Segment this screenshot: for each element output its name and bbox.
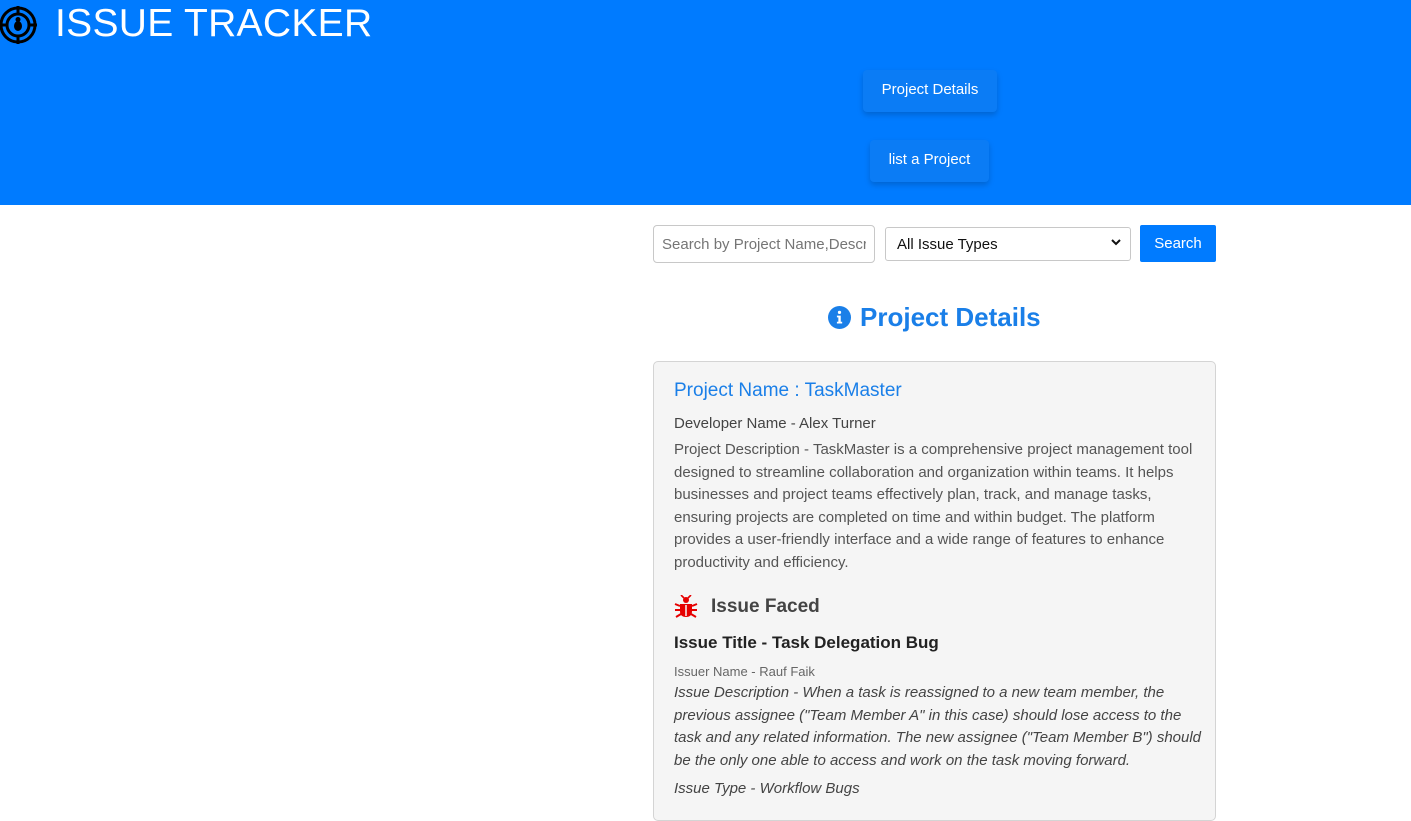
issue-type-selected-value: All Issue Types bbox=[897, 236, 998, 253]
project-name: Project Name : TaskMaster bbox=[674, 380, 902, 401]
issuer-name: Issuer Name - Rauf Faik bbox=[674, 664, 815, 679]
project-description: Project Description - TaskMaster is a co… bbox=[674, 441, 1193, 571]
search-button[interactable]: Search bbox=[1140, 225, 1216, 262]
developer-name: Developer Name - Alex Turner bbox=[674, 415, 876, 432]
app-title: ISSUE TRACKER bbox=[55, 2, 373, 45]
issue-description: Issue Description - When a task is reass… bbox=[674, 684, 1202, 769]
search-input[interactable] bbox=[653, 225, 875, 263]
info-circle-icon bbox=[828, 305, 851, 329]
page-title-text: Project Details bbox=[860, 301, 1041, 332]
project-card: Project Name : TaskMaster Developer Name… bbox=[653, 361, 1216, 821]
issue-title: Issue Title - Task Delegation Bug bbox=[674, 633, 939, 652]
nav-project-details-button[interactable]: Project Details bbox=[863, 70, 997, 112]
issue-type: Issue Type - Workflow Bugs bbox=[674, 780, 860, 797]
bug-icon bbox=[674, 595, 698, 618]
chevron-down-icon bbox=[1111, 239, 1121, 246]
issue-faced-heading: Issue Faced bbox=[674, 595, 820, 619]
page-title: Project Details bbox=[828, 300, 1041, 334]
bug-target-icon bbox=[0, 4, 38, 44]
issue-type-select[interactable]: All Issue Types bbox=[885, 227, 1131, 261]
issue-faced-label: Issue Faced bbox=[711, 596, 820, 617]
app-header: ISSUE TRACKER Project Details list a Pro… bbox=[0, 0, 1411, 205]
nav-list-project-button[interactable]: list a Project bbox=[870, 140, 989, 182]
